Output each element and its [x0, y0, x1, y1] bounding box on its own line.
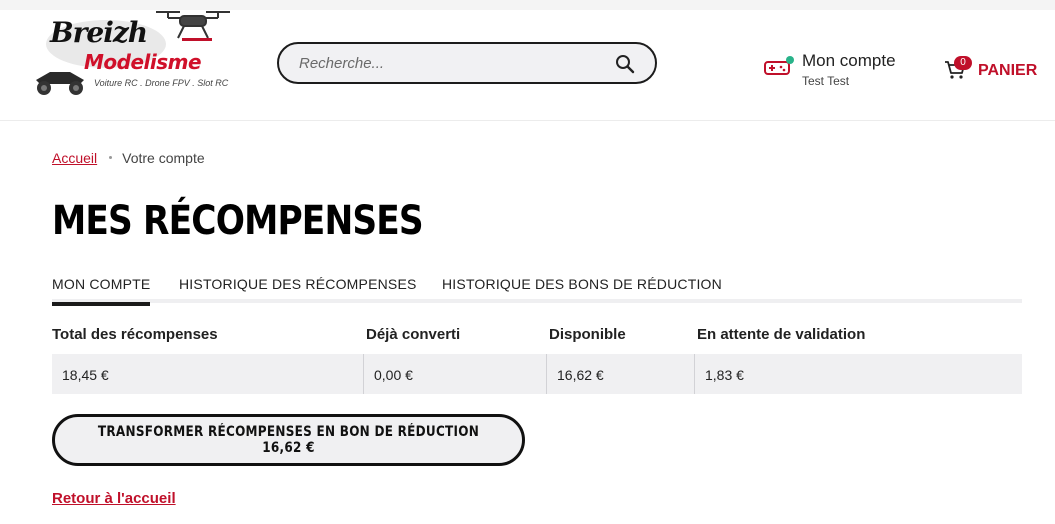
header-total: Total des récompenses	[52, 326, 218, 343]
search-input[interactable]	[299, 53, 599, 73]
account-username: Test Test	[802, 74, 850, 88]
breadcrumb-home-link[interactable]: Accueil	[52, 150, 97, 166]
logo-text-secondary: Modelisme	[84, 50, 202, 74]
table-header: Total des récompenses Déjà converti Disp…	[52, 326, 1022, 346]
tab-mon-compte[interactable]: MON COMPTE	[52, 276, 151, 306]
header-en-attente: En attente de validation	[697, 326, 866, 343]
header-disponible: Disponible	[549, 326, 626, 343]
value-deja-converti: 0,00 €	[374, 367, 413, 383]
back-home-link[interactable]: Retour à l'accueil	[52, 490, 176, 507]
value-disponible: 16,62 €	[557, 367, 604, 383]
breadcrumb: Accueil Votre compte	[52, 150, 205, 166]
header-deja-converti: Déjà converti	[366, 326, 461, 343]
cell-divider	[363, 354, 364, 394]
cell-divider	[546, 354, 547, 394]
table-row: 18,45 € 0,00 € 16,62 € 1,83 €	[52, 354, 1022, 394]
account-tabs: MON COMPTE HISTORIQUE DES RÉCOMPENSES HI…	[52, 276, 1022, 306]
convert-rewards-label: TRANSFORMER RÉCOMPENSES EN BON DE RÉDUCT…	[97, 424, 480, 456]
search-icon[interactable]	[615, 54, 635, 74]
cart-button[interactable]: 0 PANIER	[944, 56, 1049, 84]
breadcrumb-current: Votre compte	[122, 150, 205, 166]
logo[interactable]: Breizh Modelisme Voiture RC . Drone FPV …	[28, 10, 238, 110]
value-en-attente: 1,83 €	[705, 367, 744, 383]
account-label: Mon compte	[802, 51, 896, 70]
site-header: Breizh Modelisme Voiture RC . Drone FPV …	[0, 10, 1055, 121]
online-status-dot	[786, 56, 794, 64]
tab-historique-bons-reduction[interactable]: HISTORIQUE DES BONS DE RÉDUCTION	[442, 276, 722, 302]
drone-icon	[156, 11, 230, 41]
search-bar	[277, 42, 657, 84]
cart-label: PANIER	[978, 62, 1038, 79]
rc-car-icon	[36, 72, 84, 95]
account-menu[interactable]: Mon compte Test Test	[764, 50, 934, 94]
tab-historique-recompenses[interactable]: HISTORIQUE DES RÉCOMPENSES	[179, 276, 417, 302]
cart-count-badge: 0	[954, 56, 972, 70]
value-total: 18,45 €	[62, 367, 109, 383]
breadcrumb-separator	[109, 156, 113, 160]
logo-tagline: Voiture RC . Drone FPV . Slot RC	[94, 78, 229, 88]
logo-text-primary: Breizh	[50, 16, 148, 49]
page-title: MES RÉCOMPENSES	[52, 198, 424, 244]
cell-divider	[694, 354, 695, 394]
convert-rewards-button[interactable]: TRANSFORMER RÉCOMPENSES EN BON DE RÉDUCT…	[52, 414, 525, 466]
